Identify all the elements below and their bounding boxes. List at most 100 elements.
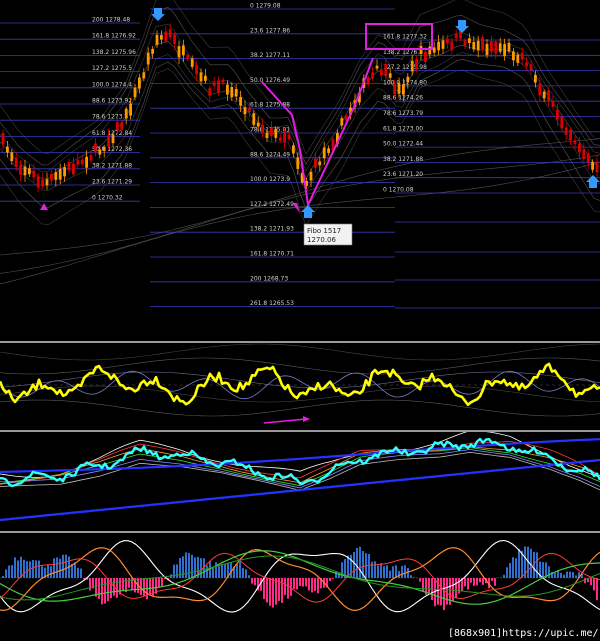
candle-body (182, 45, 185, 56)
candle-body (283, 131, 286, 143)
histogram-bar (494, 578, 496, 586)
candle-body (446, 38, 449, 44)
histogram-bar (560, 572, 562, 578)
histogram-bar (446, 578, 448, 605)
histogram-bar (236, 563, 238, 578)
histogram-bar (293, 578, 295, 589)
histogram-bar (272, 578, 274, 608)
candle-body (129, 103, 132, 116)
fibo-left-label: 127.2 1275.5 (92, 65, 132, 72)
histogram-bar (26, 561, 28, 578)
candle-body (67, 162, 71, 171)
candle-body (415, 59, 418, 70)
candle-body (256, 122, 260, 127)
candle-body (230, 87, 234, 98)
histogram-bar (242, 567, 244, 578)
histogram-bar (89, 578, 91, 591)
fibo-middle-label: 100.0 1273.9 (250, 176, 290, 183)
candle-body (199, 72, 203, 82)
histogram-bar (224, 563, 226, 578)
candle-body (124, 108, 128, 118)
candle-body (468, 38, 471, 44)
fibo-middle-label: 161.8 1270.71 (250, 251, 294, 258)
candle-body (265, 132, 269, 139)
fibo-right-label: 78.6 1273.79 (383, 110, 423, 117)
candle-body (556, 109, 559, 120)
histogram-bar (569, 571, 571, 578)
histogram-bar (584, 578, 586, 584)
candle-body (173, 34, 176, 44)
candle-body (50, 173, 53, 181)
histogram-bar (548, 566, 550, 578)
histogram-bar (380, 563, 382, 578)
histogram-bar (467, 578, 469, 590)
candle-body (402, 84, 405, 95)
candle-body (410, 60, 414, 72)
candle-body (441, 40, 445, 49)
histogram-bar (38, 560, 40, 578)
histogram-bar (218, 566, 220, 578)
histogram-bar (500, 577, 502, 578)
candle-body (296, 157, 300, 169)
histogram-bar (590, 578, 592, 586)
candle-body (397, 82, 401, 94)
candle-body (582, 149, 586, 159)
histogram-bar (65, 554, 67, 578)
histogram-bar (479, 578, 481, 583)
histogram-bar (62, 554, 64, 578)
histogram-bar (296, 578, 298, 590)
fibo-left-label: 23.6 1271.29 (92, 179, 132, 186)
histogram-bar (263, 578, 265, 600)
candle-body (89, 155, 93, 161)
histogram-bar (386, 565, 388, 578)
histogram-bar (374, 561, 376, 578)
candle-body (155, 34, 159, 45)
candle-body (551, 101, 555, 107)
candle-body (186, 54, 190, 60)
histogram-bar (176, 564, 178, 578)
candle-body (160, 35, 163, 40)
histogram-bar (332, 578, 334, 579)
candle-body (507, 42, 511, 52)
candle-body (366, 77, 370, 85)
tooltip-title: Fibo 1517 (307, 227, 341, 235)
watermark: [868x901]https://upic.me/ (448, 628, 599, 639)
histogram-bar (443, 578, 445, 611)
histogram-bar (248, 575, 250, 578)
candle-body (274, 128, 278, 138)
candle-body (252, 113, 256, 125)
histogram-bar (194, 557, 196, 578)
histogram-bar (563, 574, 565, 578)
histogram-bar (389, 570, 391, 578)
histogram-bar (17, 560, 19, 578)
candle-body (177, 46, 181, 58)
candle-body (327, 148, 330, 154)
candle-body (120, 122, 124, 130)
histogram-bar (212, 567, 214, 578)
histogram-bar (575, 575, 577, 578)
fibo-right-label: 161.8 1277.32 (383, 34, 427, 41)
candle-body (578, 143, 581, 153)
candle-body (314, 158, 317, 168)
histogram-bar (359, 546, 361, 578)
candle-body (534, 74, 537, 83)
histogram-bar (158, 578, 160, 588)
tooltip-value: 1270.06 (307, 236, 336, 244)
candle-body (503, 44, 506, 56)
candle-body (234, 88, 238, 97)
candle-body (270, 127, 273, 137)
candle-body (151, 48, 154, 54)
fibo-middle-label: 38.2 1277.11 (250, 52, 290, 59)
candle-body (94, 143, 97, 153)
histogram-bar (5, 569, 7, 578)
histogram-bar (104, 578, 106, 604)
fibo-left-label: 138.2 1275.96 (92, 49, 136, 56)
candle-body (111, 135, 115, 144)
candle-body (278, 137, 282, 141)
candle-body (573, 140, 577, 144)
candle-body (190, 58, 194, 67)
histogram-bar (161, 578, 163, 587)
candle-body (28, 168, 31, 175)
histogram-bar (50, 566, 52, 578)
candle-body (512, 51, 515, 61)
